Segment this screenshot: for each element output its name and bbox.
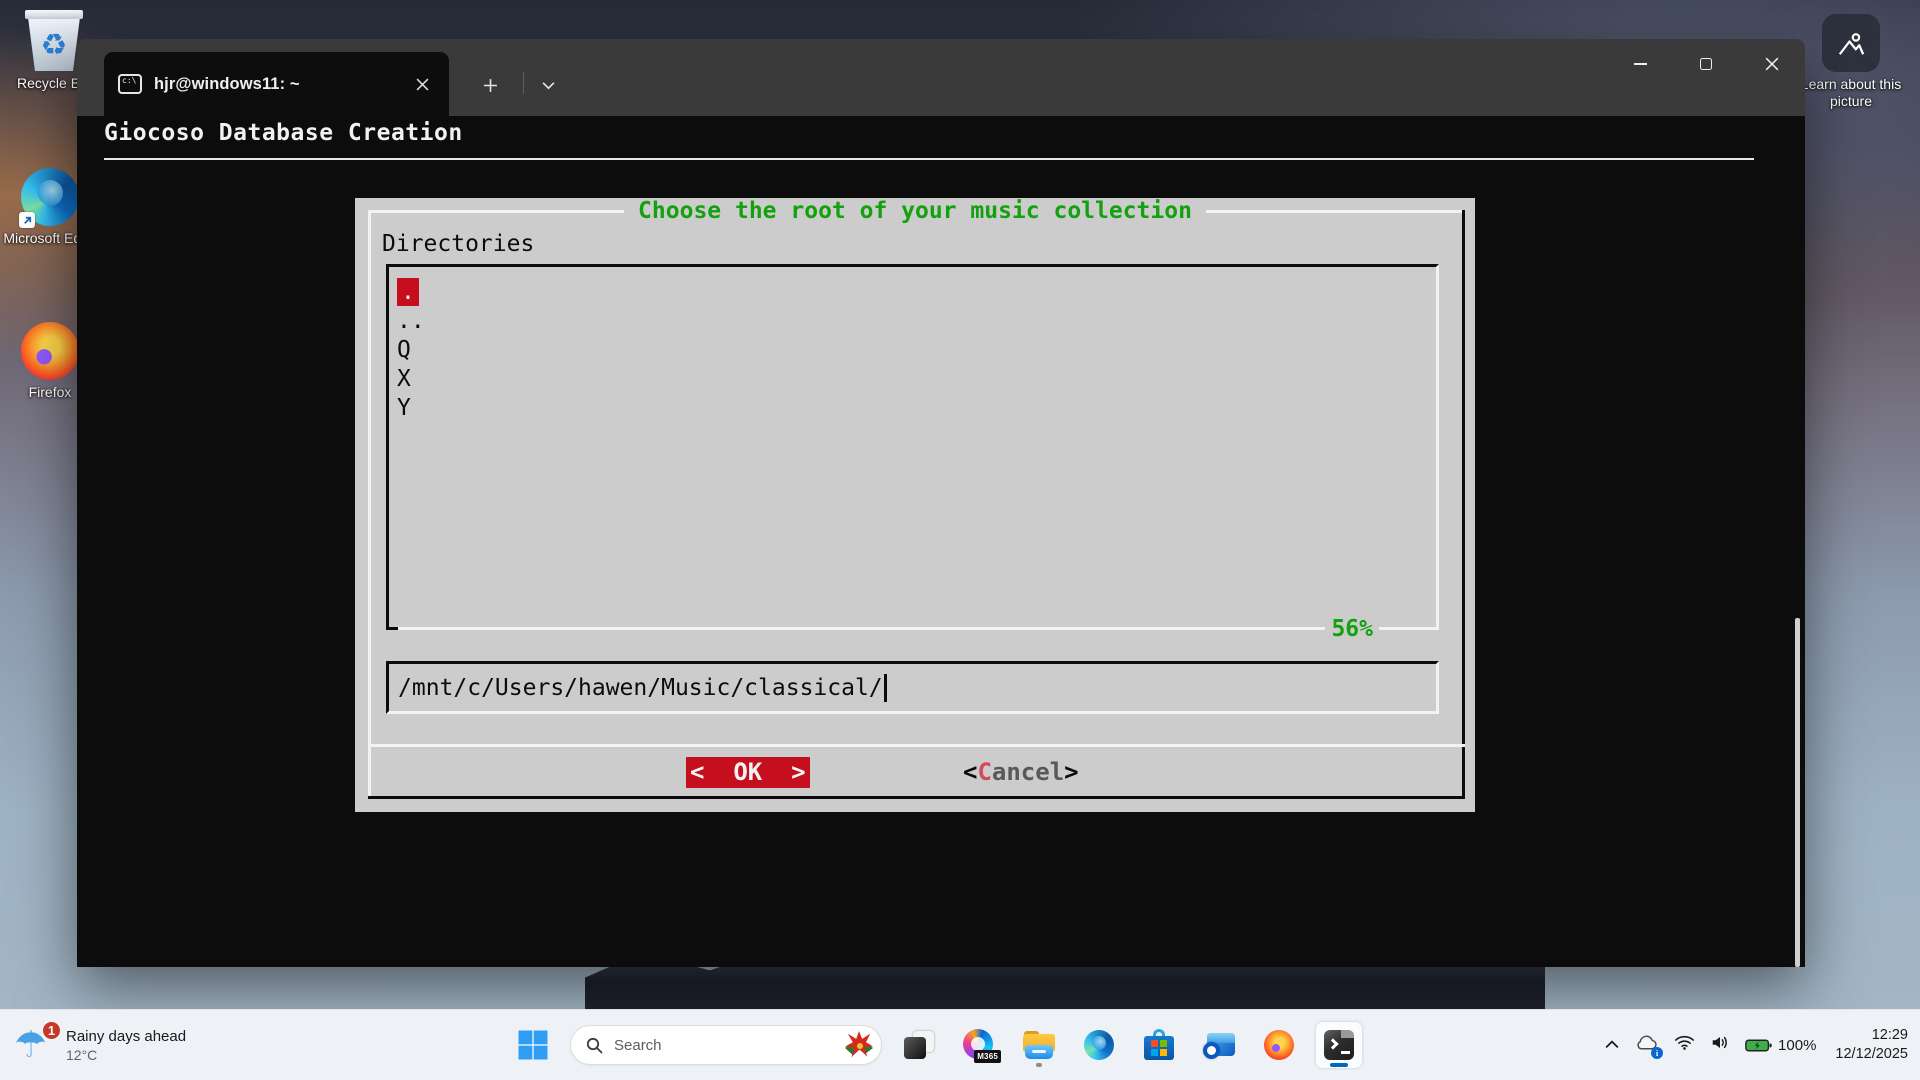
m365-badge: M365 (974, 1050, 1001, 1063)
outlook-icon (1203, 1031, 1235, 1059)
taskbar-app-terminal[interactable] (1316, 1022, 1362, 1068)
umbrella-icon: ☂ 1 (14, 1023, 54, 1067)
wifi-icon[interactable] (1674, 1034, 1695, 1056)
directory-item[interactable]: Y (397, 394, 1436, 423)
taskbar-app-edge[interactable] (1076, 1022, 1122, 1068)
info-badge-icon: i (1651, 1047, 1663, 1059)
windows-logo-icon (518, 1030, 548, 1060)
seasonal-flower-icon[interactable] (845, 1031, 873, 1059)
cmd-icon: c:\ (118, 74, 142, 94)
taskbar-app-outlook[interactable] (1196, 1022, 1242, 1068)
search-icon (586, 1037, 603, 1054)
directory-item[interactable]: . (397, 278, 1436, 307)
taskbar: ☂ 1 Rainy days ahead 12°C Search (0, 1009, 1920, 1080)
taskbar-app-microsoft-store[interactable] (1136, 1022, 1182, 1068)
tab-bar-divider (523, 72, 524, 94)
task-view-icon (904, 1030, 934, 1060)
directory-item[interactable]: X (397, 365, 1436, 394)
edge-icon (1084, 1030, 1114, 1060)
copilot-icon: M365 (963, 1029, 995, 1061)
taskbar-app-task-view[interactable] (896, 1022, 942, 1068)
directory-item[interactable]: Q (397, 336, 1436, 365)
tab-close-icon[interactable] (409, 71, 435, 97)
close-button[interactable] (1739, 39, 1805, 89)
terminal-heading: Giocoso Database Creation (104, 120, 463, 146)
search-box[interactable]: Search (570, 1025, 882, 1065)
tray-chevron-up-icon[interactable] (1605, 1036, 1619, 1054)
clock-date: 12/12/2025 (1835, 1045, 1908, 1064)
ok-button[interactable]: < OK > (686, 757, 810, 788)
cancel-button[interactable]: <Cancel> (963, 757, 1079, 788)
battery-percent: 100% (1778, 1037, 1816, 1054)
firefox-icon (21, 322, 79, 380)
taskbar-app-copilot[interactable]: M365 (956, 1022, 1002, 1068)
title-bar[interactable]: c:\ hjr@windows11: ~ (77, 39, 1805, 116)
file-explorer-icon (1023, 1031, 1055, 1059)
text-cursor (884, 674, 887, 702)
maximize-button[interactable] (1673, 39, 1739, 89)
battery-status[interactable]: 100% (1745, 1037, 1816, 1054)
active-indicator (1330, 1063, 1348, 1067)
edge-icon (21, 168, 79, 226)
clock[interactable]: 12:29 12/12/2025 (1835, 1026, 1908, 1064)
button-separator (368, 744, 1465, 747)
volume-icon[interactable] (1710, 1034, 1730, 1056)
onedrive-icon[interactable]: i (1634, 1033, 1659, 1057)
microsoft-store-icon (1144, 1029, 1174, 1061)
path-input-value: /mnt/c/Users/hawen/Music/classical/ (398, 675, 883, 701)
taskbar-app-file-explorer[interactable] (1016, 1022, 1062, 1068)
running-indicator (1036, 1063, 1042, 1067)
terminal-icon (1324, 1030, 1354, 1060)
terminal-tab[interactable]: c:\ hjr@windows11: ~ (104, 52, 449, 116)
new-tab-button[interactable] (473, 68, 507, 102)
clock-time: 12:29 (1835, 1026, 1908, 1045)
scroll-percentage: 56% (1325, 616, 1379, 643)
notification-badge: 1 (41, 1020, 62, 1041)
directory-item[interactable]: .. (397, 307, 1436, 336)
terminal-content[interactable]: Giocoso Database Creation Choose the roo… (77, 116, 1805, 967)
search-placeholder: Search (614, 1037, 834, 1054)
terminal-scrollbar[interactable] (1795, 618, 1800, 967)
directories-label: Directories (382, 231, 534, 257)
weather-title: Rainy days ahead (66, 1028, 186, 1045)
taskbar-app-firefox[interactable] (1256, 1022, 1302, 1068)
dialog-box: Choose the root of your music collection… (355, 198, 1475, 812)
weather-temperature: 12°C (66, 1047, 186, 1063)
tab-dropdown-button[interactable] (531, 68, 565, 102)
battery-icon (1745, 1038, 1772, 1053)
tab-title: hjr@windows11: ~ (154, 75, 300, 94)
firefox-icon (1264, 1030, 1294, 1060)
path-input[interactable]: /mnt/c/Users/hawen/Music/classical/ (386, 661, 1439, 714)
start-button[interactable] (510, 1022, 556, 1068)
directory-list[interactable]: ...QXY (386, 264, 1439, 630)
minimize-button[interactable] (1607, 39, 1673, 89)
dialog-title: Choose the root of your music collection (624, 198, 1206, 225)
desktop-icon-learn-about-picture[interactable]: Learn about this picture (1796, 14, 1906, 110)
heading-underline (104, 158, 1754, 160)
picture-icon (1822, 14, 1880, 72)
terminal-window: c:\ hjr@windows11: ~ Giocoso Database Cr… (77, 39, 1805, 967)
shortcut-arrow-icon (19, 212, 35, 228)
weather-widget[interactable]: ☂ 1 Rainy days ahead 12°C (14, 1010, 186, 1080)
desktop-icon-label: Learn about this picture (1796, 76, 1906, 110)
